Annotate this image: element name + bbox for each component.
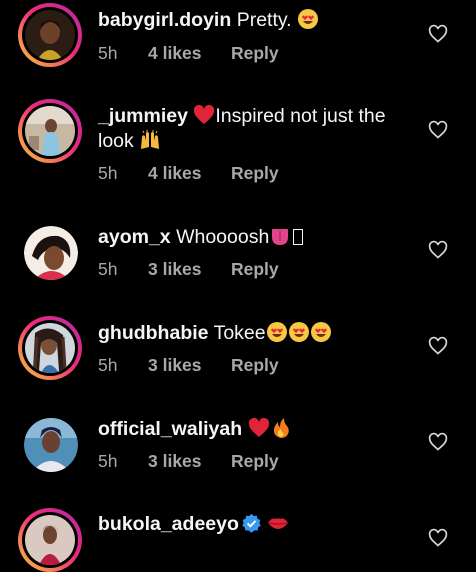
comment-likes[interactable]: 3 likes <box>148 258 231 280</box>
avatar[interactable] <box>24 226 78 280</box>
comment-body: Tokee <box>213 322 266 344</box>
verified-badge-icon <box>241 513 262 534</box>
comment-meta: 5h 4 likes Reply <box>98 42 279 64</box>
comment-text: ayom_x Whoooosh <box>98 225 418 250</box>
comment-likes[interactable]: 4 likes <box>148 42 231 64</box>
tongue-icon <box>269 225 291 247</box>
comment-username[interactable]: babygirl.doyin <box>98 9 231 31</box>
avatar[interactable] <box>18 508 82 572</box>
avatar[interactable] <box>24 418 78 472</box>
red-heart-icon <box>193 104 215 126</box>
comment-likes[interactable]: 3 likes <box>148 354 231 376</box>
like-heart-icon[interactable] <box>428 120 448 140</box>
reply-button[interactable]: Reply <box>231 163 279 183</box>
reply-button[interactable]: Reply <box>231 355 279 375</box>
avatar[interactable] <box>18 316 82 380</box>
heart-eyes-icon <box>310 321 332 343</box>
comment-text: _jummiey Inspired not just the look <box>98 104 418 154</box>
comment-text: babygirl.doyin Pretty. <box>98 8 418 33</box>
comment-likes[interactable]: 3 likes <box>148 450 231 472</box>
comment-meta: 5h 3 likes Reply <box>98 450 279 472</box>
comment-text: ghudbhabie Tokee <box>98 321 418 346</box>
comment-username[interactable]: official_waliyah <box>98 418 242 440</box>
comment-username[interactable]: ayom_x <box>98 226 171 248</box>
comment-username[interactable]: _jummiey <box>98 105 188 127</box>
reply-button[interactable]: Reply <box>231 259 279 279</box>
raising-hands-icon <box>139 129 161 151</box>
comment-text: bukola_adeeyo <box>98 512 418 537</box>
heart-eyes-icon <box>266 321 288 343</box>
red-heart-icon <box>248 417 270 439</box>
reply-button[interactable]: Reply <box>231 43 279 63</box>
avatar[interactable] <box>18 3 82 67</box>
like-heart-icon[interactable] <box>428 24 448 44</box>
heart-eyes-icon <box>297 8 319 30</box>
comment-time: 5h <box>98 355 118 375</box>
comment-meta: 5h 3 likes Reply <box>98 354 279 376</box>
fire-icon <box>270 417 292 439</box>
unknown-glyph-icon <box>293 229 304 245</box>
like-heart-icon[interactable] <box>428 336 448 356</box>
comment-meta: 5h 3 likes Reply <box>98 258 279 280</box>
comment-username[interactable]: ghudbhabie <box>98 322 209 344</box>
comment-time: 5h <box>98 451 118 471</box>
heart-eyes-icon <box>288 321 310 343</box>
comment-body: Inspired not just the <box>215 105 386 127</box>
comment-time: 5h <box>98 43 118 63</box>
comment-meta: 5h 4 likes Reply <box>98 162 279 184</box>
like-heart-icon[interactable] <box>428 432 448 452</box>
reply-button[interactable]: Reply <box>231 451 279 471</box>
like-heart-icon[interactable] <box>428 240 448 260</box>
like-heart-icon[interactable] <box>428 528 448 548</box>
comments-list: babygirl.doyin Pretty. 5h4 likesReply <box>0 0 476 572</box>
comment-body: Whoooosh <box>176 226 270 248</box>
comment-likes[interactable]: 4 likes <box>148 162 231 184</box>
comment-time: 5h <box>98 163 118 183</box>
avatar[interactable] <box>18 99 82 163</box>
comment-body: Pretty. <box>236 9 292 31</box>
kiss-lips-icon <box>267 512 289 534</box>
comment-username[interactable]: bukola_adeeyo <box>98 513 239 535</box>
comment-body-continued: look <box>98 130 134 152</box>
comment-text: official_waliyah <box>98 417 418 442</box>
comment-time: 5h <box>98 259 118 279</box>
